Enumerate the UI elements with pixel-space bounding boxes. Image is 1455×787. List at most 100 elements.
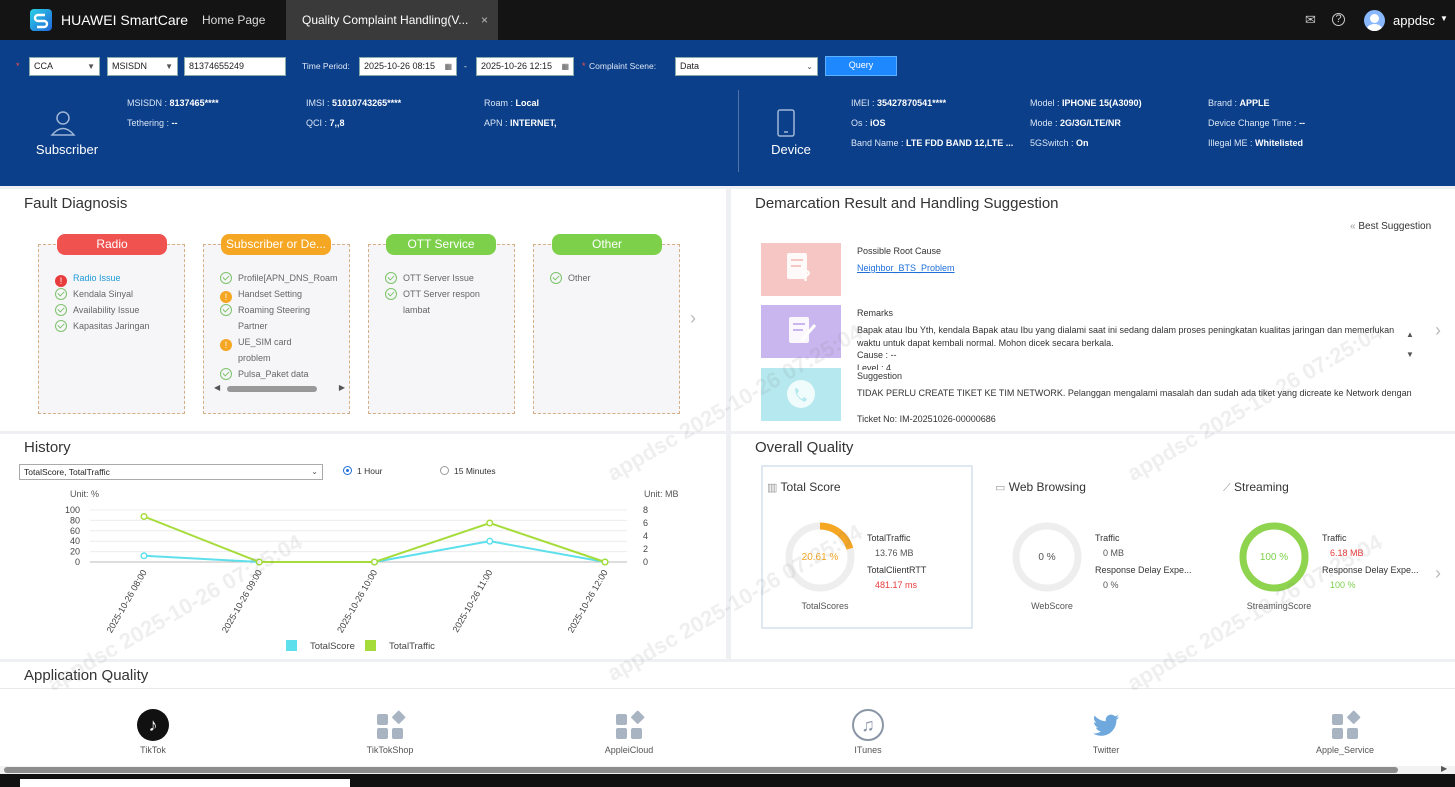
error-icon: ! bbox=[55, 275, 67, 287]
web-browsing-header: ▭ Web Browsing bbox=[995, 480, 1086, 494]
tab-home-page[interactable]: Home Page bbox=[186, 0, 286, 40]
qci-key: QCI : bbox=[306, 118, 328, 128]
y-left-tick: 60 bbox=[70, 526, 80, 536]
app-twitter[interactable]: Twitter bbox=[1046, 709, 1166, 755]
radio-15-minutes[interactable]: 15 Minutes bbox=[440, 466, 496, 476]
fault-item: ! Handset Setting bbox=[220, 288, 302, 303]
next-arrow-icon[interactable]: › bbox=[690, 308, 696, 329]
user-name[interactable]: appdsc bbox=[1393, 13, 1435, 28]
mail-icon[interactable]: ✉ bbox=[1305, 12, 1316, 28]
stream-delay-key: Response Delay Expe... bbox=[1322, 565, 1419, 575]
metric-select-value: TotalScore, TotalTraffic bbox=[24, 467, 110, 477]
complaint-scene-select[interactable]: Data ⌄ bbox=[675, 57, 818, 76]
radio-header[interactable]: Radio bbox=[57, 234, 167, 255]
root-cause-link[interactable]: Neighbor_BTS_Problem bbox=[857, 262, 955, 274]
avatar[interactable] bbox=[1364, 10, 1385, 31]
fault-item-label: Pulsa_Paket data bbox=[238, 369, 309, 379]
fault-item-label: UE_SIM card bbox=[238, 337, 292, 347]
ott-card bbox=[368, 244, 515, 414]
scroll-down-icon[interactable]: ▼ bbox=[1406, 350, 1414, 359]
required-mark: * bbox=[16, 61, 20, 71]
scroll-right-icon[interactable]: ▶ bbox=[1441, 764, 1447, 773]
id-type-select[interactable]: MSISDN ▼ bbox=[107, 57, 178, 76]
fault-item-label: Roaming Steering bbox=[238, 305, 311, 315]
total-score-pct: 20.61 % bbox=[801, 552, 839, 563]
mode-val: 2G/3G/LTE/NR bbox=[1060, 118, 1121, 128]
best-suggestion-link[interactable]: « Best Suggestion bbox=[1350, 221, 1431, 232]
end-time-input[interactable]: 2025-10-26 12:15 ▦ bbox=[476, 57, 574, 76]
app-appleicloud[interactable]: AppleiCloud bbox=[569, 709, 689, 755]
required-mark: * bbox=[582, 61, 586, 71]
total-rtt-value: 481.17 ms bbox=[875, 580, 918, 590]
next-arrow-icon[interactable]: › bbox=[1435, 563, 1441, 584]
msisdn-input[interactable]: 81374655249 bbox=[184, 57, 286, 76]
fiveg-key: 5GSwitch : bbox=[1030, 138, 1074, 148]
end-time-value: 2025-10-26 12:15 bbox=[481, 61, 553, 71]
app-twitter-label: Twitter bbox=[1092, 745, 1120, 755]
apn-key: APN : bbox=[484, 118, 508, 128]
monitor-icon: ▭ bbox=[995, 482, 1006, 494]
horizontal-scrollbar[interactable]: ◀ ▶ bbox=[214, 383, 345, 395]
check-circle-icon bbox=[220, 368, 232, 380]
imei-key: IMEI : bbox=[851, 98, 875, 108]
msisdn-key: MSISDN : bbox=[127, 98, 168, 108]
ott-header[interactable]: OTT Service bbox=[386, 234, 496, 255]
page-scroll-thumb[interactable] bbox=[4, 767, 1398, 773]
model-val: IPHONE 15(A3090) bbox=[1062, 98, 1142, 108]
remarks-text-box[interactable]: Bapak atau Ibu Yth, kendala Bapak atau I… bbox=[857, 324, 1405, 370]
data-point bbox=[486, 519, 494, 527]
taskbar-strip bbox=[20, 779, 350, 787]
fault-item: Availability Issue bbox=[55, 304, 139, 316]
fault-item-label: Kendala Sinyal bbox=[73, 289, 134, 299]
chevron-down-icon: ▼ bbox=[165, 62, 173, 71]
illegal-me-info: Illegal ME : Whitelisted bbox=[1208, 138, 1303, 148]
help-icon[interactable]: ? bbox=[1332, 13, 1345, 26]
other-header[interactable]: Other bbox=[552, 234, 662, 255]
fault-item: ! Radio Issue bbox=[55, 272, 121, 287]
subscriber-header[interactable]: Subscriber or De... bbox=[221, 234, 331, 255]
chevron-down-icon: ⌄ bbox=[311, 467, 318, 476]
illegal-val: Whitelisted bbox=[1255, 138, 1304, 148]
radio-1-hour[interactable]: 1 Hour bbox=[343, 466, 383, 476]
start-time-value: 2025-10-26 08:15 bbox=[364, 61, 436, 71]
start-time-input[interactable]: 2025-10-26 08:15 ▦ bbox=[359, 57, 457, 76]
web-delay-key: Response Delay Expe... bbox=[1095, 565, 1192, 575]
complaint-scene-label: Complaint Scene: bbox=[589, 61, 657, 71]
scroll-up-icon[interactable]: ▲ bbox=[1406, 330, 1414, 339]
metric-select[interactable]: TotalScore, TotalTraffic ⌄ bbox=[19, 464, 323, 480]
total-score-label: Total Score bbox=[780, 480, 841, 494]
account-select[interactable]: CCA ▼ bbox=[29, 57, 100, 76]
scroll-thumb[interactable] bbox=[227, 386, 317, 392]
app-itunes-label: ITunes bbox=[854, 745, 882, 755]
app-tiktokshop[interactable]: TikTokShop bbox=[330, 709, 450, 755]
web-traffic-key: Traffic bbox=[1095, 533, 1120, 543]
total-rtt-key: TotalClientRTT bbox=[867, 565, 927, 575]
suggestion-label: Suggestion bbox=[857, 371, 903, 381]
illegal-key: Illegal ME : bbox=[1208, 138, 1253, 148]
account-value: CCA bbox=[34, 61, 54, 71]
app-tiktok[interactable]: ♪ TikTok bbox=[93, 709, 213, 755]
streaming-header: ⟋ Streaming bbox=[1223, 480, 1289, 495]
chevron-down-icon[interactable]: ▼ bbox=[1440, 14, 1448, 23]
music-note-icon: ♫ bbox=[852, 709, 884, 741]
close-tab-icon[interactable]: × bbox=[481, 0, 488, 40]
check-circle-icon bbox=[220, 272, 232, 284]
chevron-down-icon: ▼ bbox=[87, 62, 95, 71]
msisdn-info: MSISDN : 8137465**** bbox=[127, 98, 219, 108]
tab-quality-complaint[interactable]: Quality Complaint Handling(V... × bbox=[286, 0, 498, 40]
brand-key: Brand : bbox=[1208, 98, 1238, 108]
app-grid-icon bbox=[613, 709, 645, 741]
scroll-right-icon[interactable]: ▶ bbox=[339, 383, 345, 392]
query-button[interactable]: Query bbox=[825, 56, 897, 76]
imei-val: 35427870541**** bbox=[877, 98, 947, 108]
next-arrow-icon[interactable]: › bbox=[1435, 320, 1441, 341]
web-score-caption: WebScore bbox=[1031, 601, 1073, 611]
data-point bbox=[140, 552, 148, 560]
tether-key: Tethering : bbox=[127, 118, 170, 128]
total-scores-caption: TotalScores bbox=[801, 601, 849, 611]
os-info: Os : iOS bbox=[851, 118, 886, 128]
page-scrollbar[interactable]: ▶ bbox=[0, 764, 1455, 774]
scroll-left-icon[interactable]: ◀ bbox=[214, 383, 220, 392]
app-apple-service[interactable]: Apple_Service bbox=[1285, 709, 1405, 755]
app-itunes[interactable]: ♫ ITunes bbox=[808, 709, 928, 755]
